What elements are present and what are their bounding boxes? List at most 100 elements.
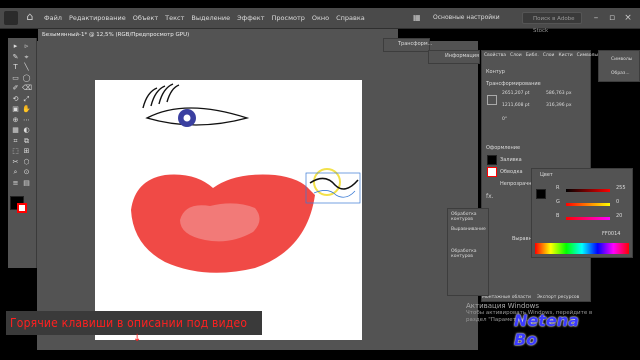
tool-icon[interactable]: ⬚ <box>11 147 20 156</box>
hex-field[interactable]: FF0014 <box>602 231 620 237</box>
menu-window[interactable]: Окно <box>312 14 329 22</box>
tool-icon[interactable]: ✋ <box>22 105 31 114</box>
y-field[interactable]: 1211,608 pt <box>502 103 530 108</box>
hotkeys-banner: Горячие клавиши в описании под видео <box>6 311 262 335</box>
home-icon[interactable]: ⌂ <box>24 11 36 23</box>
tool-icon[interactable]: ⋯ <box>22 116 31 125</box>
tab-layers-2[interactable]: Слои <box>543 53 555 58</box>
height-field[interactable]: 316,396 px <box>546 103 572 108</box>
tool-icon[interactable]: ▭ <box>11 74 20 83</box>
tool-icon[interactable]: ⌕ <box>11 168 20 177</box>
stroke-color-swatch[interactable] <box>487 167 497 177</box>
tool-icon[interactable]: ⌖ <box>22 53 31 62</box>
pathfinder-panel: Обработка контуров Выравнивание Обработк… <box>447 208 489 296</box>
transform-panel-tab[interactable]: Трансформ... <box>383 38 432 52</box>
main-menu: Файл Редактирование Объект Текст Выделен… <box>44 8 365 28</box>
r-label: R <box>556 185 560 191</box>
x-field[interactable]: 2651,207 pt <box>502 91 530 96</box>
tool-icon[interactable]: ╲ <box>22 63 31 72</box>
tool-icon[interactable]: ▤ <box>22 179 31 188</box>
tool-icon[interactable]: ✂ <box>11 158 20 167</box>
tool-icon[interactable]: ⬡ <box>22 158 31 167</box>
appearance-heading: Оформление <box>486 145 521 151</box>
b-label: B <box>556 213 560 219</box>
tool-icon[interactable]: ⊕ <box>11 116 20 125</box>
maximize-icon[interactable]: ▫ <box>606 12 618 24</box>
tools-panel: ▸ ▹ ✎ ⌖ T ╲ ▭ ◯ ✐ ⌫ ⟲ ⤢ ▣ ✋ ⊕ ⋯ ▦ ◐ ⌗ ⧉ ⬚ ⊞ ✂ ⬡ ⌕ ⊙ ≡ ▤ <box>8 38 37 268</box>
menu-effect[interactable]: Эффект <box>237 14 264 22</box>
workspace-switcher[interactable]: Основные настройки <box>433 12 507 24</box>
tool-icon[interactable]: ⊙ <box>22 168 31 177</box>
document-tab-bar: Безымянный-1* @ 12,5% (RGB/Предпросмотр … <box>38 29 398 41</box>
g-slider[interactable] <box>566 203 610 206</box>
tool-icon[interactable]: ✎ <box>11 53 20 62</box>
tool-icon[interactable]: ⧉ <box>22 137 31 146</box>
tool-icon[interactable]: ⌫ <box>22 84 32 93</box>
tool-icon[interactable]: ≡ <box>11 179 20 188</box>
tool-icon[interactable]: ◯ <box>22 74 31 83</box>
menu-edit[interactable]: Редактирование <box>69 14 126 22</box>
dock-item-appearance[interactable]: Символы <box>611 57 632 62</box>
tab-symbols[interactable]: Символы <box>577 53 598 58</box>
tool-icon[interactable]: ✐ <box>11 84 20 93</box>
artwork <box>131 83 315 273</box>
pathfinder-subtitle: Обработка контуров <box>451 249 477 259</box>
transform-heading: Трансформирование <box>486 81 541 87</box>
reference-point-icon[interactable] <box>487 95 497 105</box>
arrange-icon[interactable]: ▦ <box>413 12 423 24</box>
contour-heading: Контур <box>486 69 505 75</box>
angle-field[interactable]: 0° <box>502 117 507 122</box>
stroke-label: Обводка <box>500 169 523 175</box>
tool-icon[interactable]: ⟲ <box>11 95 20 104</box>
eye-drawing <box>142 83 250 127</box>
menu-bar: ⌂ Файл Редактирование Объект Текст Выдел… <box>0 8 640 34</box>
tool-icon[interactable]: ⤢ <box>22 95 31 104</box>
menu-file[interactable]: Файл <box>44 14 62 22</box>
b-slider[interactable] <box>566 217 610 220</box>
lips-drawing <box>131 174 315 273</box>
menu-help[interactable]: Справка <box>336 14 365 22</box>
stroke-swatch[interactable] <box>17 203 27 213</box>
tab-libraries[interactable]: Библ. <box>526 53 539 58</box>
illustrator-logo-icon <box>4 11 18 25</box>
pathfinder-title: Обработка контуров <box>451 212 477 222</box>
tool-icon[interactable]: ▣ <box>11 105 20 114</box>
tab-asset-export[interactable]: Экспорт ресурсов <box>537 295 579 300</box>
tool-icon[interactable]: ▦ <box>11 126 20 135</box>
menu-select[interactable]: Выделение <box>191 14 230 22</box>
width-field[interactable]: 586,763 px <box>546 91 572 96</box>
g-value[interactable]: 0 <box>616 199 619 205</box>
tool-icon[interactable]: ⊞ <box>22 147 31 156</box>
menu-view[interactable]: Просмотр <box>272 14 305 22</box>
fx-icon[interactable]: fx. <box>486 193 494 200</box>
color-spectrum[interactable] <box>535 243 629 254</box>
selected-path-overlay[interactable] <box>300 165 370 210</box>
bottom-panel-tabs: Монтажные области Экспорт ресурсов <box>482 295 579 300</box>
b-value[interactable]: 20 <box>616 213 622 219</box>
r-slider[interactable] <box>566 189 610 192</box>
tool-icon[interactable]: T <box>11 63 20 72</box>
r-value[interactable]: 255 <box>616 185 626 191</box>
artboard[interactable] <box>95 80 362 340</box>
tool-icon[interactable]: ◐ <box>22 126 31 135</box>
info-panel-tab[interactable]: Информация <box>428 50 480 64</box>
close-icon[interactable]: × <box>622 12 634 24</box>
color-fill-swatch[interactable] <box>536 189 546 199</box>
menu-text[interactable]: Текст <box>165 14 184 22</box>
tab-artboards[interactable]: Монтажные области <box>482 295 531 300</box>
fill-color-swatch[interactable] <box>487 155 497 165</box>
minimize-icon[interactable]: – <box>590 12 602 24</box>
menu-object[interactable]: Объект <box>133 14 158 22</box>
dock-item-symbols[interactable]: Образ... <box>611 71 630 76</box>
tool-icon[interactable]: ▸ <box>11 42 20 51</box>
author-watermark: Netena Bo <box>514 311 579 349</box>
stock-search-input[interactable]: Поиск в Adobe Stock <box>522 12 582 34</box>
tab-layers[interactable]: Слои <box>510 53 522 58</box>
tab-properties[interactable]: Свойства <box>484 53 506 58</box>
tab-brushes[interactable]: Кисти <box>558 53 572 58</box>
document-tab[interactable]: Безымянный-1* @ 12,5% (RGB/Предпросмотр … <box>38 29 189 41</box>
g-label: G <box>556 199 560 205</box>
tool-icon[interactable]: ▹ <box>22 42 31 51</box>
tool-icon[interactable]: ⌗ <box>11 137 20 146</box>
down-arrow-icon: ↓ <box>133 333 142 344</box>
